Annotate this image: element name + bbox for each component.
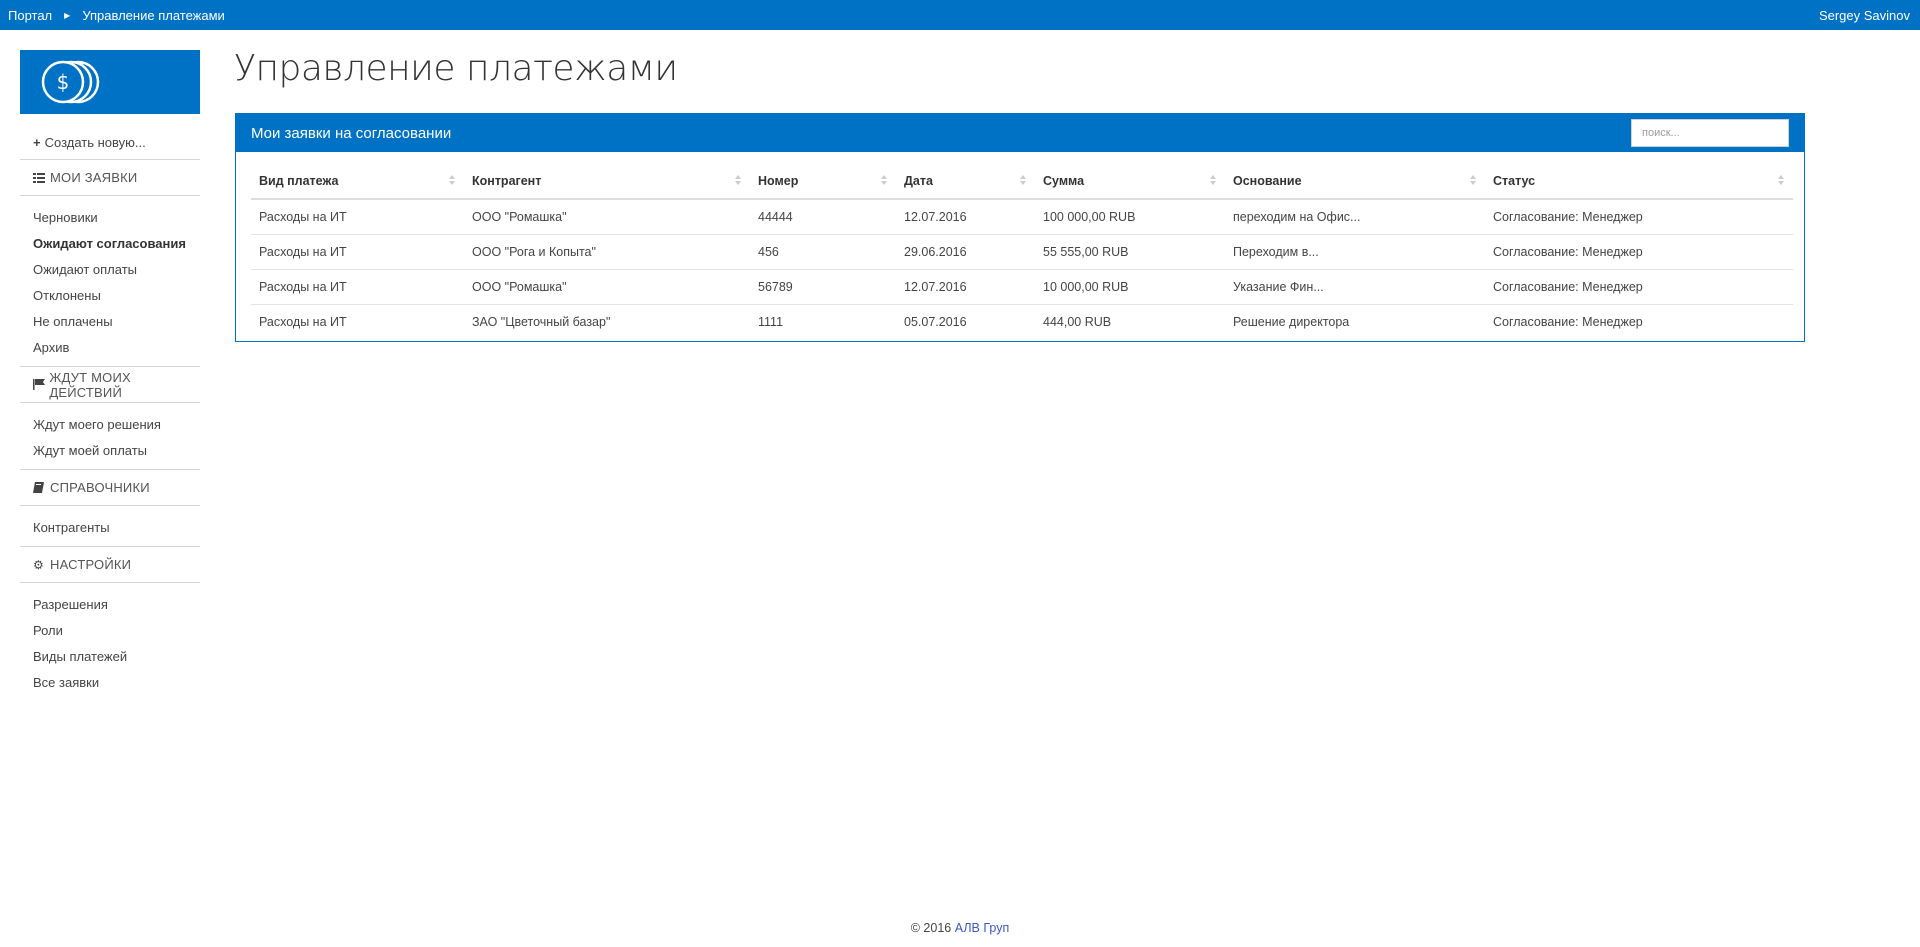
sort-icon xyxy=(1020,175,1026,185)
cell-status: Согласование: Менеджер xyxy=(1485,234,1793,270)
cell-number: 456 xyxy=(750,234,896,270)
create-new-button[interactable]: + Создать новую... xyxy=(20,126,200,160)
cell-basis: Переходим в... xyxy=(1225,234,1485,270)
svg-text:$: $ xyxy=(57,70,70,94)
sort-icon xyxy=(1470,175,1476,185)
plus-icon: + xyxy=(33,135,41,150)
cell-date: 12.07.2016 xyxy=(896,269,1035,305)
column-header-status[interactable]: Статус xyxy=(1485,163,1793,200)
top-bar: Портал ▶ Управление платежами Sergey Sav… xyxy=(0,0,1920,30)
settings-group: Разрешения Роли Виды платежей Все заявки xyxy=(20,583,200,701)
cell-counterparty: ЗАО "Цветочный базар" xyxy=(472,314,611,329)
cell-counterparty: ООО "Ромашка" xyxy=(464,269,750,305)
cell-number: 1111 xyxy=(758,314,784,329)
footer: © 2016 АЛВ Груп xyxy=(0,921,1920,935)
sidebar-item-permissions[interactable]: Разрешения xyxy=(20,591,200,617)
sidebar-item-payment-types[interactable]: Виды платежей xyxy=(20,643,200,669)
cell-number: 56789 xyxy=(750,269,896,305)
panel-title: Мои заявки на согласовании xyxy=(251,124,452,142)
cell-amount: 100 000,00 RUB xyxy=(1035,199,1225,235)
cell-date: 05.07.2016 xyxy=(904,314,967,329)
section-settings: ⚙ НАСТРОЙКИ xyxy=(20,547,200,583)
awaiting-actions-group: Ждут моего решения Ждут моей оплаты xyxy=(20,403,200,470)
create-new-label: Создать новую... xyxy=(44,135,146,150)
cell-payment-type: Расходы на ИТ xyxy=(251,234,464,270)
sidebar-item-archive[interactable]: Архив xyxy=(20,334,200,360)
cell-basis: переходим на Офис... xyxy=(1225,199,1485,235)
sidebar-item-rejected[interactable]: Отклонены xyxy=(20,282,200,308)
sort-icon xyxy=(1778,175,1784,185)
sidebar-item-all-requests[interactable]: Все заявки xyxy=(20,669,200,695)
sort-icon xyxy=(449,175,455,185)
cell-date: 12.07.2016 xyxy=(896,199,1035,235)
gear-icon: ⚙ xyxy=(33,557,44,572)
table-row[interactable]: Расходы на ИТ ООО "Ромашка" 44444 12.07.… xyxy=(251,199,1793,235)
cell-amount: 10 000,00 RUB xyxy=(1035,269,1225,305)
cell-payment-type: Расходы на ИТ xyxy=(251,199,464,235)
cell-date: 29.06.2016 xyxy=(896,234,1035,270)
sidebar: + Создать новую... МОИ ЗАЯВКИ Черновики … xyxy=(20,126,200,701)
table-row[interactable]: Расходы на ИТ ООО "Ромашка" 56789 12.07.… xyxy=(251,269,1793,305)
sidebar-item-counterparties[interactable]: Контрагенты xyxy=(20,514,200,540)
list-icon xyxy=(33,172,47,183)
company-link[interactable]: АЛВ Груп xyxy=(955,921,1010,935)
section-awaiting-my-actions: ЖДУТ МОИХ ДЕЙСТВИЙ xyxy=(20,367,200,403)
column-header-number[interactable]: Номер xyxy=(750,163,896,200)
section-title: МОИ ЗАЯВКИ xyxy=(50,170,138,185)
sidebar-item-roles[interactable]: Роли xyxy=(20,617,200,643)
column-header-amount[interactable]: Сумма xyxy=(1035,163,1225,200)
chevron-right-icon: ▶ xyxy=(64,10,71,20)
column-header-counterparty[interactable]: Контрагент xyxy=(464,163,750,200)
cell-number: 44444 xyxy=(750,199,896,235)
user-name[interactable]: Sergey Savinov xyxy=(1819,0,1910,30)
cell-basis: Решение директора xyxy=(1233,314,1350,329)
sidebar-item-awaiting-my-decision[interactable]: Ждут моего решения xyxy=(20,411,200,437)
cell-amount: 55 555,00 RUB xyxy=(1035,234,1225,270)
sidebar-item-awaiting-payment[interactable]: Ожидают оплаты xyxy=(20,256,200,282)
breadcrumb-current[interactable]: Управление платежами xyxy=(82,8,224,23)
breadcrumb: Портал ▶ Управление платежами xyxy=(8,0,225,30)
cell-payment-type: Расходы на ИТ xyxy=(251,269,464,305)
cell-status: Согласование: Менеджер xyxy=(1485,269,1793,305)
copyright-text: © 2016 xyxy=(910,921,952,935)
sidebar-item-awaiting-my-payment[interactable]: Ждут моей оплаты xyxy=(20,437,200,463)
search-input[interactable] xyxy=(1631,119,1789,147)
book-icon xyxy=(33,482,47,493)
column-header-payment-type[interactable]: Вид платежа xyxy=(251,163,464,200)
section-directories: СПРАВОЧНИКИ xyxy=(20,470,200,506)
sort-icon xyxy=(735,175,741,185)
coins-dollar-icon: $ xyxy=(41,60,100,104)
requests-table: Вид платежа Контрагент Номер Дата Сумма … xyxy=(251,163,1793,339)
cell-counterparty: ООО "Ромашка" xyxy=(464,199,750,235)
section-title: НАСТРОЙКИ xyxy=(50,557,132,572)
panel-header: Мои заявки на согласовании xyxy=(236,114,1804,152)
table-row[interactable]: Расходы на ИТ ЗАО "Цветочный базар" 1111… xyxy=(251,304,1793,339)
my-requests-group: Черновики Ожидают согласования Ожидают о… xyxy=(20,196,200,367)
sidebar-item-awaiting-approval[interactable]: Ожидают согласования xyxy=(20,230,200,256)
section-title: СПРАВОЧНИКИ xyxy=(50,480,150,495)
cell-payment-type: Расходы на ИТ xyxy=(259,314,347,329)
breadcrumb-portal-link[interactable]: Портал xyxy=(8,8,52,23)
cell-counterparty: ООО "Рога и Копыта" xyxy=(464,234,750,270)
column-header-basis[interactable]: Основание xyxy=(1225,163,1485,200)
column-header-date[interactable]: Дата xyxy=(896,163,1035,200)
directories-group: Контрагенты xyxy=(20,506,200,547)
flag-icon xyxy=(33,379,46,390)
requests-panel: Мои заявки на согласовании Вид платежа К… xyxy=(235,113,1805,342)
sort-icon xyxy=(881,175,887,185)
sidebar-item-unpaid[interactable]: Не оплачены xyxy=(20,308,200,334)
table-row[interactable]: Расходы на ИТ ООО "Рога и Копыта" 456 29… xyxy=(251,234,1793,270)
cell-amount: 444,00 RUB xyxy=(1043,314,1112,329)
section-title: ЖДУТ МОИХ ДЕЙСТВИЙ xyxy=(49,369,131,400)
cell-status: Согласование: Менеджер xyxy=(1493,314,1643,329)
section-my-requests: МОИ ЗАЯВКИ xyxy=(20,160,200,196)
page-title: Управление платежами xyxy=(234,48,678,89)
sidebar-item-drafts[interactable]: Черновики xyxy=(20,204,200,230)
app-logo[interactable]: $ xyxy=(20,50,200,114)
cell-status: Согласование: Менеджер xyxy=(1485,199,1793,235)
cell-basis: Указание Фин... xyxy=(1225,269,1485,305)
sort-icon xyxy=(1210,175,1216,185)
table-header-row: Вид платежа Контрагент Номер Дата Сумма … xyxy=(251,163,1793,200)
